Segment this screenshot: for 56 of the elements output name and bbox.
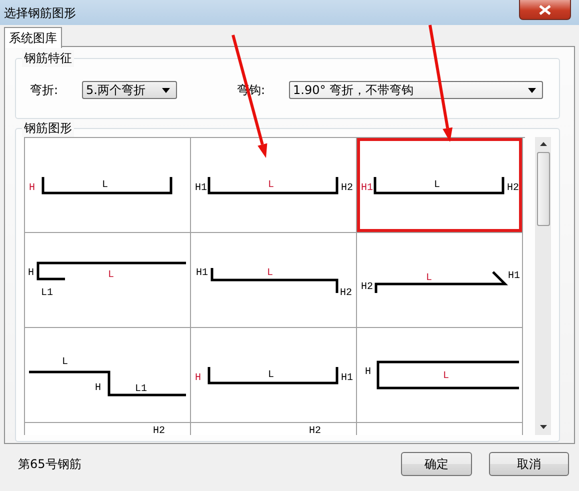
shape-tile[interactable]: H2 <box>25 423 191 435</box>
shape-tile[interactable]: H L <box>357 328 523 423</box>
dimension-label: H1 <box>196 268 208 279</box>
group-title: 钢筋图形 <box>22 120 74 137</box>
dimension-label: H2 <box>309 426 322 435</box>
caret-icon <box>162 88 170 92</box>
shape-tile[interactable]: H1 L H2 <box>191 233 357 328</box>
dimension-label: H2 <box>361 282 374 293</box>
dimension-label: L <box>434 180 440 191</box>
dimension-label: L <box>108 270 114 281</box>
window-title: 选择钢筋图形 <box>3 5 76 22</box>
dimension-label: H <box>95 383 102 394</box>
caret-icon <box>528 88 536 92</box>
shape-tile[interactable]: H L L1 <box>25 233 191 328</box>
shape-tile[interactable]: H2 L H1 <box>357 233 523 328</box>
dropdown[interactable]: 5.两个弯折 <box>82 81 177 99</box>
field-label: 弯折: <box>30 82 60 98</box>
scroll-down-icon[interactable] <box>540 425 546 429</box>
dimension-label: L1 <box>41 288 54 299</box>
scroll-up-icon[interactable] <box>540 142 546 146</box>
shape-tile[interactable]: H L <box>25 138 191 233</box>
dimension-label: H <box>29 183 36 194</box>
group-title: 钢筋特征 <box>22 50 74 67</box>
shape-tile[interactable]: H2 <box>191 423 357 435</box>
shape-tile[interactable]: H1 L H2 <box>357 138 523 233</box>
dimension-label: L <box>102 180 108 191</box>
dimension-label: L <box>268 180 274 191</box>
status-text: 第65号钢筋 <box>18 456 82 472</box>
dimension-label: L1 <box>135 384 147 395</box>
dropdown[interactable]: 1.90° 弯折，不带弯钩 <box>289 81 543 99</box>
shape-tile[interactable]: H L H1 <box>191 328 357 423</box>
close-button[interactable] <box>519 0 571 20</box>
close-icon <box>539 4 551 14</box>
dimension-label: L <box>62 357 68 368</box>
dialog-button[interactable]: 取消 <box>489 452 569 476</box>
dimension-label: H2 <box>341 183 354 194</box>
dimension-label: H <box>195 373 202 384</box>
dimension-label: L <box>267 268 273 279</box>
dimension-label: H1 <box>341 373 354 384</box>
dialog-button[interactable]: 确定 <box>401 452 472 476</box>
dimension-label: H1 <box>195 183 208 194</box>
dimension-label: H1 <box>508 271 520 282</box>
dimension-label: L <box>443 371 449 382</box>
dimension-label: H2 <box>340 288 352 299</box>
dimension-label: H <box>365 367 372 378</box>
dimension-label: L <box>268 370 274 381</box>
tab[interactable]: 系统图库 <box>4 27 62 48</box>
shape-tile[interactable]: L H L1 <box>25 328 191 423</box>
dimension-label: L <box>426 273 432 284</box>
dimension-label: H1 <box>361 183 374 194</box>
dimension-label: H2 <box>507 183 520 194</box>
scrollbar[interactable] <box>535 137 551 435</box>
dimension-label: H2 <box>153 426 166 435</box>
dimension-label: H <box>28 268 34 279</box>
scroll-thumb[interactable] <box>536 152 550 226</box>
shape-tile[interactable]: H1 L H2 <box>191 138 357 233</box>
